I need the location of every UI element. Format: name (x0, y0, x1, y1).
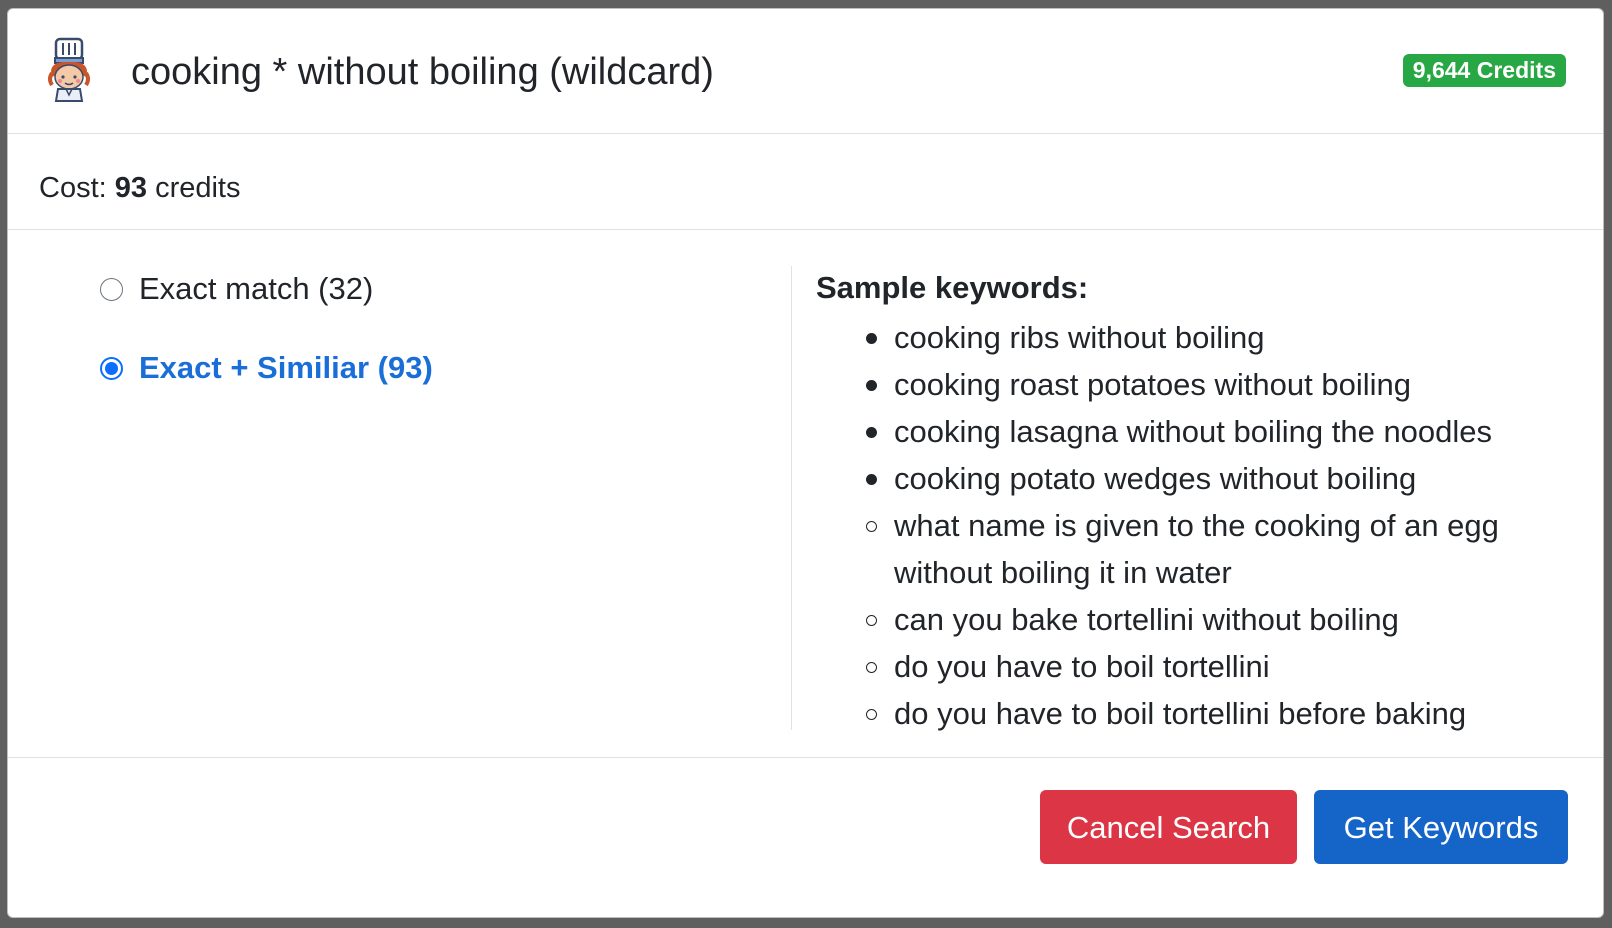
modal-footer: Cancel Search Get Keywords (8, 757, 1603, 917)
radio-exact-similar[interactable] (100, 356, 123, 380)
get-keywords-button[interactable]: Get Keywords (1314, 790, 1568, 864)
bullet-hollow-icon (866, 615, 877, 626)
list-item: cooking ribs without boiling (816, 314, 1554, 361)
bullet-filled-icon (866, 333, 877, 344)
bullet-filled-icon (866, 474, 877, 485)
cost-prefix: Cost: (39, 172, 107, 204)
option-exact-match-label: Exact match (32) (139, 271, 374, 306)
radio-exact-match[interactable] (100, 277, 123, 301)
list-item: do you have to boil tortellini before ba… (816, 690, 1554, 737)
modal-header: cooking * without boiling (wildcard) 9,6… (8, 9, 1603, 134)
keyword-text: cooking roast potatoes without boiling (894, 367, 1411, 402)
keyword-text: can you bake tortellini without boiling (894, 602, 1399, 637)
list-item: what name is given to the cooking of an … (816, 502, 1554, 596)
chef-icon (48, 37, 90, 102)
modal-body: Exact match (32) Exact + Similiar (93) S… (8, 230, 1603, 766)
keyword-text: cooking lasagna without boiling the nood… (894, 414, 1493, 449)
bullet-hollow-icon (866, 662, 877, 673)
keyword-text: what name is given to the cooking of an … (894, 508, 1499, 590)
cost-bar: Cost: 93 credits (8, 134, 1603, 230)
list-item: can you bake tortellini without boiling (816, 596, 1554, 643)
option-exact-similar-label: Exact + Similiar (93) (139, 350, 433, 385)
keyword-search-modal: cooking * without boiling (wildcard) 9,6… (7, 8, 1604, 918)
match-options: Exact match (32) Exact + Similiar (93) (8, 266, 792, 730)
cost-suffix: credits (155, 172, 241, 204)
bullet-filled-icon (866, 427, 877, 438)
cancel-search-button[interactable]: Cancel Search (1040, 790, 1297, 864)
list-item: cooking potato wedges without boiling (816, 455, 1554, 502)
cost-text: Cost: 93 credits (39, 170, 241, 206)
sample-keywords-heading: Sample keywords: (816, 270, 1089, 305)
bullet-hollow-icon (866, 521, 877, 532)
cost-amount: 93 (114, 172, 148, 204)
list-item: cooking roast potatoes without boiling (816, 361, 1554, 408)
credits-badge: 9,644 Credits (1402, 54, 1566, 87)
sample-keywords: Sample keywords: cooking ribs without bo… (816, 266, 1576, 737)
list-item: do you have to boil tortellini (816, 643, 1554, 690)
bullet-filled-icon (866, 380, 877, 391)
option-exact-similar[interactable]: Exact + Similiar (93) (100, 348, 433, 388)
bullet-hollow-icon (866, 709, 877, 720)
keyword-text: cooking ribs without boiling (894, 320, 1265, 355)
keyword-text: cooking potato wedges without boiling (894, 461, 1417, 496)
option-exact-match[interactable]: Exact match (32) (100, 269, 373, 309)
list-item: cooking lasagna without boiling the nood… (816, 408, 1554, 455)
sample-keywords-list: cooking ribs without boiling cooking roa… (816, 314, 1576, 737)
keyword-text: do you have to boil tortellini (894, 649, 1270, 684)
modal-title: cooking * without boiling (wildcard) (131, 51, 714, 93)
keyword-text: do you have to boil tortellini before ba… (894, 696, 1467, 731)
